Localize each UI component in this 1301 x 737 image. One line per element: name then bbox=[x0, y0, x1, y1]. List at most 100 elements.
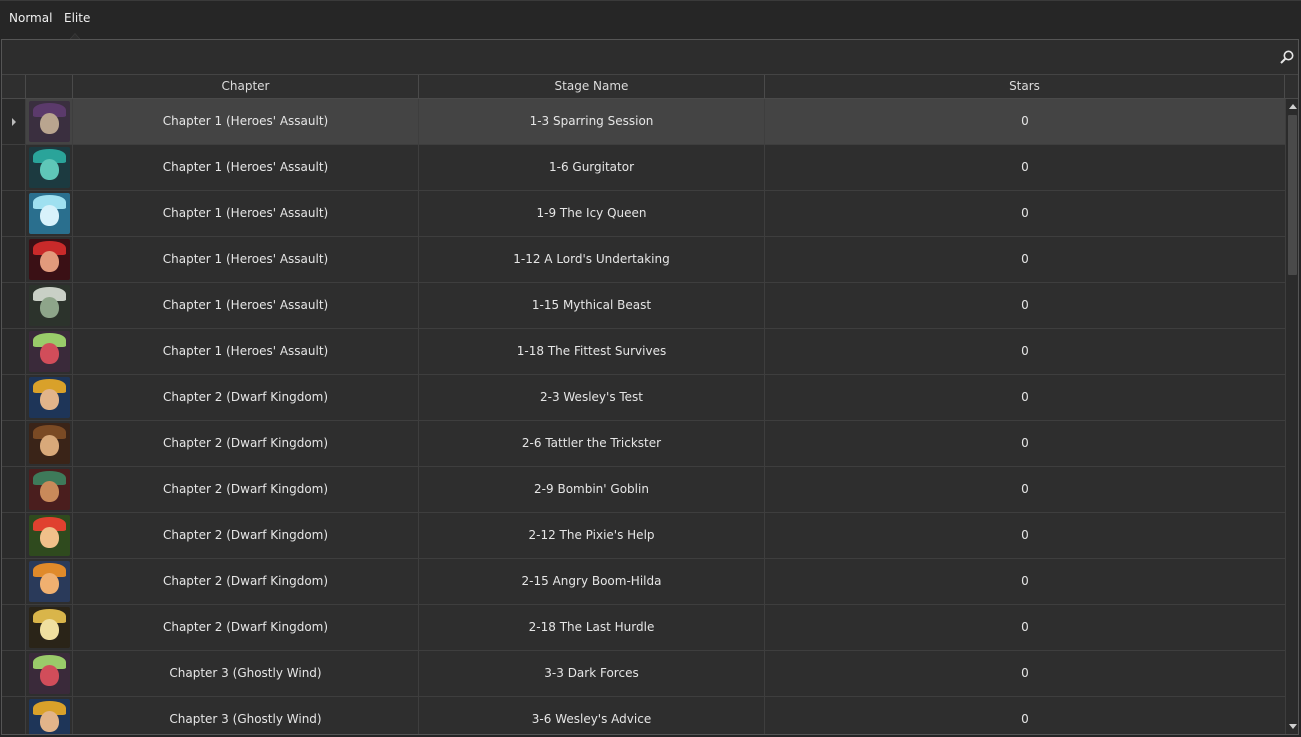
portrait-cell[interactable] bbox=[26, 513, 73, 558]
tab-normal[interactable]: Normal bbox=[9, 11, 52, 25]
chapter-cell[interactable]: Chapter 1 (Heroes' Assault) bbox=[73, 99, 419, 144]
portrait-cell[interactable] bbox=[26, 237, 73, 282]
stars-cell[interactable]: 0 bbox=[765, 99, 1285, 144]
stage-name-cell[interactable]: 2-18 The Last Hurdle bbox=[419, 605, 765, 650]
chapter-cell[interactable]: Chapter 2 (Dwarf Kingdom) bbox=[73, 421, 419, 466]
stars-cell[interactable]: 0 bbox=[765, 467, 1285, 512]
row-indicator-cell[interactable] bbox=[2, 237, 26, 282]
table-row[interactable]: Chapter 2 (Dwarf Kingdom) 2-12 The Pixie'… bbox=[2, 513, 1285, 559]
row-indicator-cell[interactable] bbox=[2, 605, 26, 650]
column-header-stage-name[interactable]: Stage Name bbox=[419, 75, 765, 98]
scroll-up-icon[interactable] bbox=[1289, 104, 1297, 109]
stage-name-cell[interactable]: 1-12 A Lord's Undertaking bbox=[419, 237, 765, 282]
table-row[interactable]: Chapter 3 (Ghostly Wind) 3-6 Wesley's Adv… bbox=[2, 697, 1285, 734]
hero-portrait-icon bbox=[29, 377, 70, 418]
column-header-chapter[interactable]: Chapter bbox=[73, 75, 419, 98]
stars-cell[interactable]: 0 bbox=[765, 283, 1285, 328]
stage-name-cell[interactable]: 2-12 The Pixie's Help bbox=[419, 513, 765, 558]
portrait-face-shape bbox=[40, 435, 59, 456]
table-row[interactable]: Chapter 3 (Ghostly Wind) 3-3 Dark Forces 0 bbox=[2, 651, 1285, 697]
scrollbar-thumb[interactable] bbox=[1288, 115, 1297, 275]
stars-cell[interactable]: 0 bbox=[765, 559, 1285, 604]
row-indicator-cell[interactable] bbox=[2, 283, 26, 328]
stars-cell[interactable]: 0 bbox=[765, 375, 1285, 420]
stage-name-cell[interactable]: 2-6 Tattler the Trickster bbox=[419, 421, 765, 466]
row-indicator-cell[interactable] bbox=[2, 145, 26, 190]
table-row[interactable]: Chapter 2 (Dwarf Kingdom) 2-3 Wesley's Te… bbox=[2, 375, 1285, 421]
stage-name-cell[interactable]: 3-6 Wesley's Advice bbox=[419, 697, 765, 734]
table-row[interactable]: Chapter 2 (Dwarf Kingdom) 2-9 Bombin' Gob… bbox=[2, 467, 1285, 513]
stars-cell[interactable]: 0 bbox=[765, 329, 1285, 374]
table-row[interactable]: Chapter 2 (Dwarf Kingdom) 2-18 The Last H… bbox=[2, 605, 1285, 651]
row-indicator-cell[interactable] bbox=[2, 467, 26, 512]
chapter-cell[interactable]: Chapter 1 (Heroes' Assault) bbox=[73, 191, 419, 236]
column-header-stars[interactable]: Stars bbox=[765, 75, 1285, 98]
row-indicator-cell[interactable] bbox=[2, 697, 26, 734]
portrait-cell[interactable] bbox=[26, 467, 73, 512]
portrait-cell[interactable] bbox=[26, 651, 73, 696]
portrait-cell[interactable] bbox=[26, 605, 73, 650]
portrait-cell[interactable] bbox=[26, 329, 73, 374]
chapter-cell[interactable]: Chapter 2 (Dwarf Kingdom) bbox=[73, 467, 419, 512]
table-row[interactable]: Chapter 1 (Heroes' Assault) 1-18 The Fitt… bbox=[2, 329, 1285, 375]
stage-name-cell[interactable]: 2-3 Wesley's Test bbox=[419, 375, 765, 420]
stars-cell[interactable]: 0 bbox=[765, 237, 1285, 282]
stars-cell[interactable]: 0 bbox=[765, 421, 1285, 466]
table-row[interactable]: Chapter 1 (Heroes' Assault) 1-3 Sparring … bbox=[2, 99, 1285, 145]
stage-name-cell[interactable]: 1-9 The Icy Queen bbox=[419, 191, 765, 236]
chapter-cell[interactable]: Chapter 1 (Heroes' Assault) bbox=[73, 329, 419, 374]
row-indicator-cell[interactable] bbox=[2, 191, 26, 236]
stars-cell[interactable]: 0 bbox=[765, 651, 1285, 696]
portrait-face-shape bbox=[40, 527, 59, 548]
chapter-cell[interactable]: Chapter 1 (Heroes' Assault) bbox=[73, 145, 419, 190]
chapter-cell[interactable]: Chapter 1 (Heroes' Assault) bbox=[73, 237, 419, 282]
tab-elite[interactable]: Elite bbox=[64, 11, 90, 25]
stage-name-cell[interactable]: 1-15 Mythical Beast bbox=[419, 283, 765, 328]
portrait-cell[interactable] bbox=[26, 145, 73, 190]
chapter-cell[interactable]: Chapter 3 (Ghostly Wind) bbox=[73, 697, 419, 734]
stage-list-panel: Chapter Stage Name Stars Chapter 1 (Hero… bbox=[1, 39, 1299, 735]
row-indicator-cell[interactable] bbox=[2, 99, 26, 144]
row-indicator-cell[interactable] bbox=[2, 421, 26, 466]
stars-cell[interactable]: 0 bbox=[765, 191, 1285, 236]
chapter-cell[interactable]: Chapter 2 (Dwarf Kingdom) bbox=[73, 375, 419, 420]
row-indicator-cell[interactable] bbox=[2, 329, 26, 374]
vertical-scrollbar[interactable] bbox=[1285, 99, 1298, 734]
table-row[interactable]: Chapter 1 (Heroes' Assault) 1-9 The Icy Q… bbox=[2, 191, 1285, 237]
stage-name-cell[interactable]: 3-3 Dark Forces bbox=[419, 651, 765, 696]
chapter-cell[interactable]: Chapter 3 (Ghostly Wind) bbox=[73, 651, 419, 696]
row-indicator-cell[interactable] bbox=[2, 651, 26, 696]
portrait-cell[interactable] bbox=[26, 375, 73, 420]
table-row[interactable]: Chapter 1 (Heroes' Assault) 1-15 Mythical… bbox=[2, 283, 1285, 329]
portrait-cell[interactable] bbox=[26, 191, 73, 236]
search-bar[interactable] bbox=[2, 40, 1298, 75]
table-row[interactable]: Chapter 2 (Dwarf Kingdom) 2-6 Tattler the… bbox=[2, 421, 1285, 467]
chapter-cell[interactable]: Chapter 2 (Dwarf Kingdom) bbox=[73, 513, 419, 558]
portrait-cell[interactable] bbox=[26, 99, 73, 144]
chapter-cell[interactable]: Chapter 2 (Dwarf Kingdom) bbox=[73, 559, 419, 604]
scroll-down-icon[interactable] bbox=[1289, 724, 1297, 729]
chapter-cell[interactable]: Chapter 2 (Dwarf Kingdom) bbox=[73, 605, 419, 650]
row-indicator-cell[interactable] bbox=[2, 375, 26, 420]
portrait-cell[interactable] bbox=[26, 283, 73, 328]
stage-name-cell[interactable]: 1-6 Gurgitator bbox=[419, 145, 765, 190]
row-indicator-cell[interactable] bbox=[2, 513, 26, 558]
portrait-cell[interactable] bbox=[26, 421, 73, 466]
stars-cell[interactable]: 0 bbox=[765, 513, 1285, 558]
row-indicator-cell[interactable] bbox=[2, 559, 26, 604]
stage-name-cell[interactable]: 2-9 Bombin' Goblin bbox=[419, 467, 765, 512]
chapter-cell[interactable]: Chapter 1 (Heroes' Assault) bbox=[73, 283, 419, 328]
stage-name-cell[interactable]: 1-3 Sparring Session bbox=[419, 99, 765, 144]
search-icon[interactable] bbox=[1279, 49, 1295, 65]
stage-name-cell[interactable]: 2-15 Angry Boom-Hilda bbox=[419, 559, 765, 604]
portrait-cell[interactable] bbox=[26, 559, 73, 604]
portrait-cell[interactable] bbox=[26, 697, 73, 734]
table-header: Chapter Stage Name Stars bbox=[2, 75, 1298, 99]
stars-cell[interactable]: 0 bbox=[765, 145, 1285, 190]
table-row[interactable]: Chapter 1 (Heroes' Assault) 1-12 A Lord's… bbox=[2, 237, 1285, 283]
stage-name-cell[interactable]: 1-18 The Fittest Survives bbox=[419, 329, 765, 374]
table-row[interactable]: Chapter 2 (Dwarf Kingdom) 2-15 Angry Boom… bbox=[2, 559, 1285, 605]
stars-cell[interactable]: 0 bbox=[765, 697, 1285, 734]
stars-cell[interactable]: 0 bbox=[765, 605, 1285, 650]
table-row[interactable]: Chapter 1 (Heroes' Assault) 1-6 Gurgitato… bbox=[2, 145, 1285, 191]
